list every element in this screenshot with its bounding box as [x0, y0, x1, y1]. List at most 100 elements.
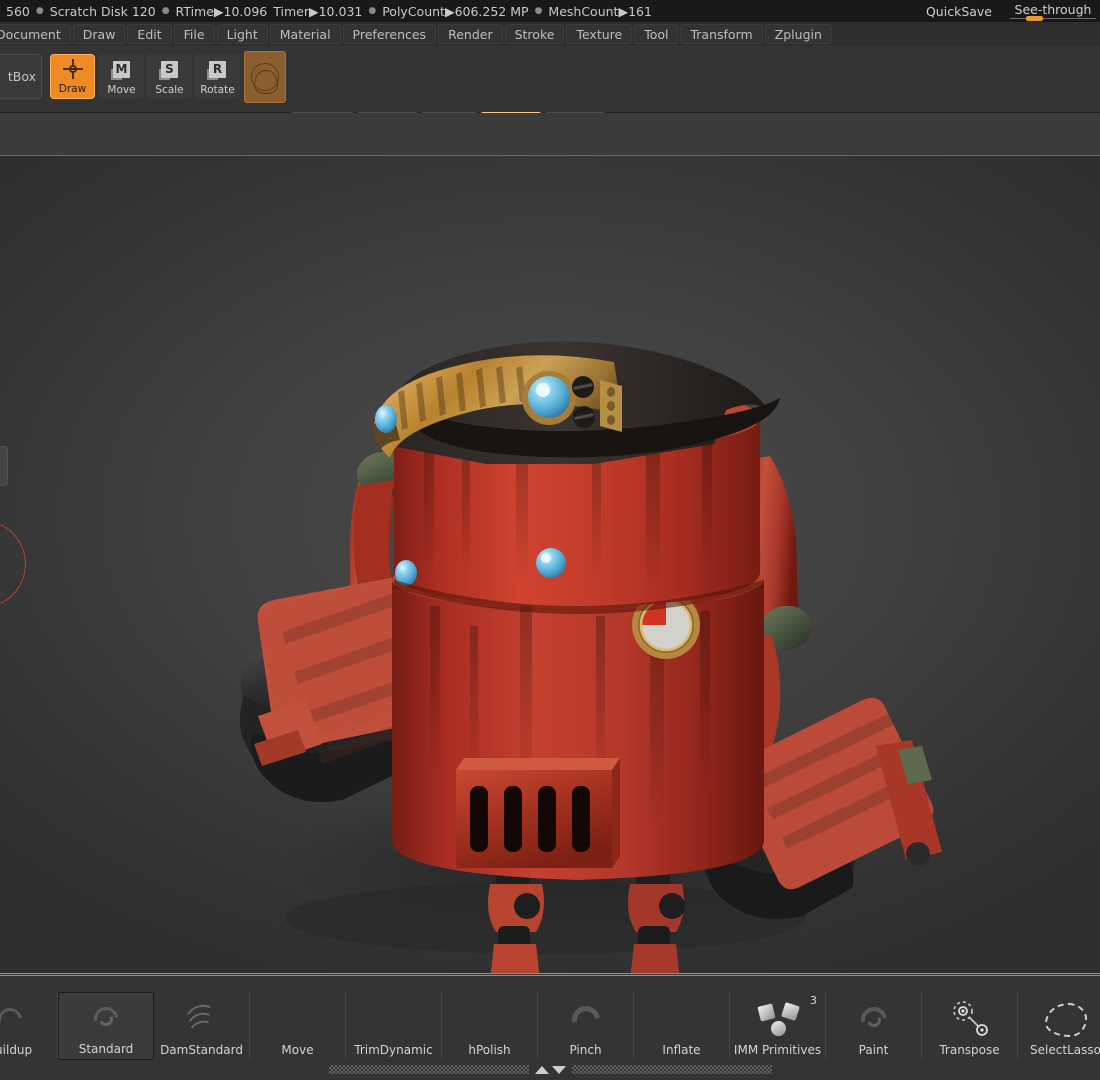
menu-item-transform[interactable]: Transform	[680, 24, 763, 44]
brush-label: Buildup	[0, 1043, 33, 1057]
timer: Timer▶10.031	[273, 3, 363, 19]
imm-count-badge: 3	[810, 994, 817, 1007]
rotate-mode-button[interactable]: R Rotate	[195, 54, 240, 99]
draw-mode-label: Draw	[58, 83, 87, 95]
brush-label: Paint	[858, 1043, 889, 1057]
brush-imm-primitives[interactable]: 3 IMM Primitives	[730, 992, 826, 1060]
separator-dot: ●	[534, 6, 543, 16]
rotate-key-letter: R	[209, 60, 226, 78]
meshcount: MeshCount▶161	[548, 3, 652, 19]
draw-mode-button[interactable]: Draw	[50, 54, 95, 99]
scale-key-letter: S	[161, 60, 178, 78]
move-mode-label: Move	[107, 84, 136, 96]
brush-shelf-divider	[0, 975, 1100, 976]
brush-label: Pinch	[569, 1043, 602, 1057]
standard-icon	[85, 998, 127, 1040]
separator-dot: ●	[368, 6, 377, 16]
menu-item-file[interactable]: File	[173, 24, 215, 44]
menu-item-material[interactable]: Material	[269, 24, 341, 44]
separator-dot: ●	[161, 6, 170, 16]
scrollbar-arrows[interactable]	[534, 1065, 566, 1074]
quicksave-button[interactable]: QuickSave	[926, 4, 992, 19]
paint-icon	[853, 999, 895, 1041]
brush-selectlasso[interactable]: SelectLasso	[1018, 992, 1100, 1060]
see-through-slider[interactable]: See-through	[1010, 0, 1096, 22]
material-sphere-icon[interactable]	[244, 51, 286, 103]
separator-dot: ●	[35, 6, 44, 16]
scratch-disk: Scratch Disk 120	[49, 3, 156, 19]
trimdynamic-icon	[373, 999, 415, 1041]
move-key-icon: M	[113, 54, 130, 84]
rtime: RTime▶10.096	[175, 3, 268, 19]
buildup-icon	[0, 999, 31, 1041]
see-through-knob[interactable]	[1026, 16, 1043, 21]
title-bar-right: QuickSave See-through	[926, 0, 1100, 22]
see-through-track	[1010, 18, 1096, 19]
move-icon	[277, 999, 319, 1041]
brush-label: DamStandard	[160, 1043, 243, 1057]
brush-shelf-scrollbar[interactable]	[0, 1063, 1100, 1076]
brush-trimdynamic[interactable]: TrimDynamic	[346, 992, 442, 1060]
menu-item-render[interactable]: Render	[438, 24, 503, 44]
brush-standard[interactable]: Standard	[58, 992, 154, 1060]
scrollbar-track-left[interactable]	[328, 1065, 529, 1074]
menu-item-tool[interactable]: Tool	[634, 24, 679, 44]
brush-label: hPolish	[468, 1043, 511, 1057]
brush-label: Transpose	[939, 1043, 1000, 1057]
menu-item-stroke[interactable]: Stroke	[504, 24, 565, 44]
zbrush-window: 560 ● Scratch Disk 120 ● RTime▶10.096 Ti…	[0, 0, 1100, 1080]
rotate-mode-label: Rotate	[200, 84, 235, 96]
brush-transpose[interactable]: Transpose	[922, 992, 1018, 1060]
scale-mode-label: Scale	[155, 84, 184, 96]
imm-primitives-icon	[756, 999, 800, 1041]
chevron-up-icon[interactable]	[534, 1065, 549, 1074]
scale-mode-button[interactable]: S Scale	[147, 54, 192, 99]
brush-hpolish[interactable]: hPolish	[442, 992, 538, 1060]
memory-usage: 560	[6, 3, 30, 19]
brush-label: Inflate	[662, 1043, 701, 1057]
pinch-icon	[565, 999, 607, 1041]
menu-item-edit[interactable]: Edit	[127, 24, 172, 44]
brush-shelf: Buildup Standard DamStandard	[0, 975, 1100, 1080]
brush-buildup[interactable]: Buildup	[0, 992, 58, 1060]
brush-label: IMM Primitives	[733, 1043, 822, 1057]
brush-inflate[interactable]: Inflate	[634, 992, 730, 1060]
draw-crosshair-icon	[62, 55, 83, 83]
brush-label: Move	[281, 1043, 314, 1057]
scrollbar-track-right[interactable]	[571, 1065, 772, 1074]
brush-label: Standard	[78, 1042, 134, 1056]
rotate-key-icon: R	[209, 54, 226, 84]
menu-item-draw[interactable]: Draw	[72, 24, 126, 44]
brush-paint[interactable]: Paint	[826, 992, 922, 1060]
robot-model[interactable]	[0, 156, 1100, 974]
scale-key-icon: S	[161, 54, 178, 84]
menu-bar: Document Draw Edit File Light Material P…	[0, 22, 1100, 46]
move-mode-button[interactable]: M Move	[99, 54, 144, 99]
sculpt-canvas[interactable]	[0, 156, 1100, 974]
brush-strip: Buildup Standard DamStandard	[0, 992, 1100, 1060]
inflate-icon	[661, 999, 703, 1041]
shelf-spacer	[0, 113, 1100, 156]
material-sphere-glyph	[251, 63, 279, 94]
polycount: PolyCount▶606.252 MP	[382, 3, 529, 19]
menu-item-preferences[interactable]: Preferences	[342, 24, 437, 44]
menu-item-document[interactable]: Document	[0, 24, 71, 44]
brush-label: TrimDynamic	[354, 1043, 433, 1057]
brush-pinch[interactable]: Pinch	[538, 992, 634, 1060]
brush-move[interactable]: Move	[250, 992, 346, 1060]
hpolish-icon	[469, 999, 511, 1041]
transpose-icon	[949, 999, 991, 1041]
selectlasso-icon	[1044, 999, 1087, 1041]
menu-item-light[interactable]: Light	[216, 24, 268, 44]
menu-item-texture[interactable]: Texture	[566, 24, 633, 44]
title-bar: 560 ● Scratch Disk 120 ● RTime▶10.096 Ti…	[0, 0, 1100, 22]
chevron-down-icon[interactable]	[551, 1065, 566, 1074]
edit-box-button[interactable]: tBox	[0, 54, 42, 99]
brush-damstandard[interactable]: DamStandard	[154, 992, 250, 1060]
damstandard-icon	[180, 999, 223, 1045]
move-key-letter: M	[113, 60, 130, 78]
see-through-label: See-through	[1014, 2, 1092, 17]
top-shelf: tBox Draw M Move S Scale R Rotate	[0, 46, 1100, 164]
menu-item-zplugin[interactable]: Zplugin	[764, 24, 832, 44]
brush-label: SelectLasso	[1030, 1043, 1100, 1057]
